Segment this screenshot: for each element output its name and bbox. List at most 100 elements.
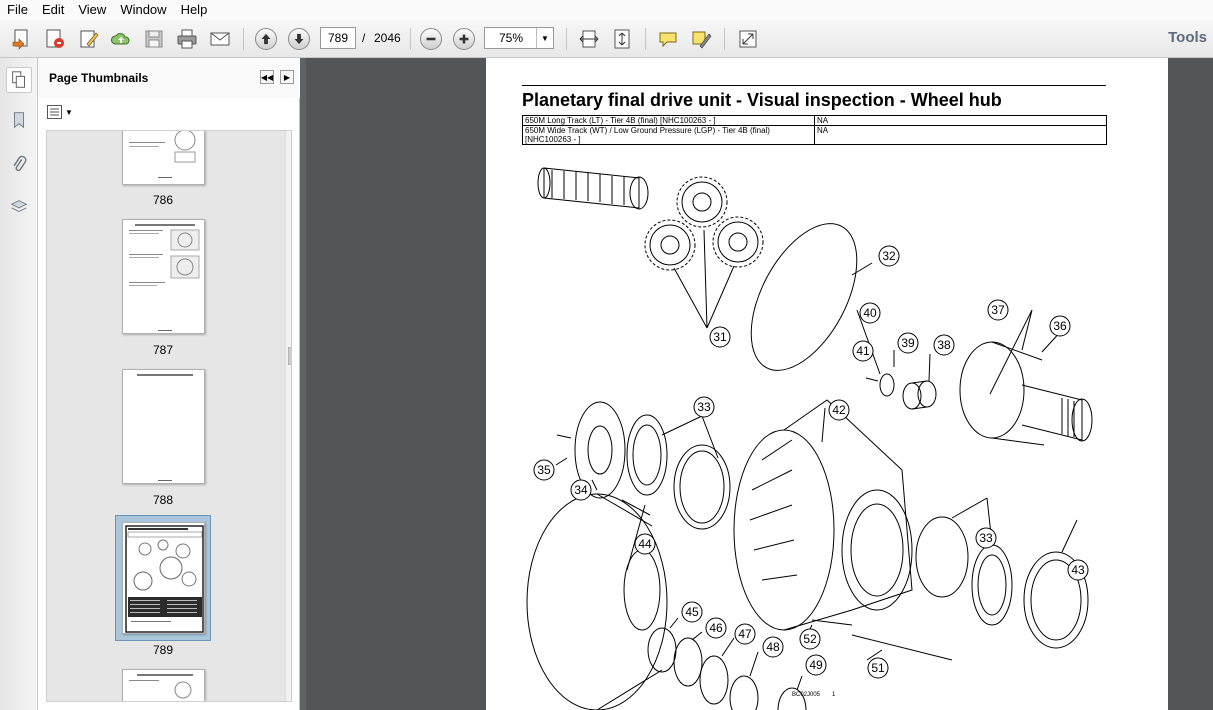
menu-file[interactable]: File (0, 0, 35, 20)
thumbnail-scrollbar[interactable]: ▲ ▼ (285, 131, 291, 701)
zoom-out-button[interactable] (418, 26, 444, 52)
thumbnail-content (129, 224, 200, 331)
menu-help[interactable]: Help (174, 0, 215, 20)
page-thumbnails-icon[interactable] (6, 67, 32, 93)
svg-text:34: 34 (574, 483, 588, 497)
arrow-down-icon (288, 28, 310, 50)
thumbnail-page-787[interactable] (122, 219, 205, 334)
highlight-text-icon[interactable] (688, 26, 714, 52)
tools-button[interactable]: Tools (1168, 29, 1207, 46)
list-options-icon (47, 105, 62, 119)
callout: 34 (570, 479, 592, 501)
table-row: 650M Long Track (LT) - Tier 4B (final) [… (522, 115, 1107, 126)
thumbnail-label-789: 789 (152, 643, 174, 657)
svg-text:39: 39 (901, 336, 915, 350)
create-pdf-icon[interactable] (9, 26, 35, 52)
callout: 46 (705, 617, 727, 639)
minus-icon (420, 28, 442, 50)
previous-page-button[interactable] (253, 26, 279, 52)
chevron-right-icon: ▶ (283, 72, 291, 82)
thumbnails-panel: Page Thumbnails ◀◀ ▶ ▼ 786 787 788 789 (38, 58, 300, 710)
bookmark-icon[interactable] (6, 107, 32, 133)
attachment-icon[interactable] (6, 151, 32, 177)
table-cell-model: 650M Wide Track (WT) / Low Ground Pressu… (522, 125, 815, 145)
svg-text:46: 46 (709, 621, 723, 635)
menu-bar: File Edit View Window Help (0, 0, 1213, 20)
svg-text:33: 33 (979, 531, 993, 545)
panel-arrow-button[interactable]: ▶ (280, 70, 294, 84)
thumbnail-page-788[interactable] (122, 369, 205, 484)
svg-text:36: 36 (1053, 319, 1067, 333)
svg-text:38: 38 (937, 338, 951, 352)
retaining-ring (647, 627, 677, 673)
menu-edit[interactable]: Edit (35, 0, 71, 20)
email-icon[interactable] (207, 26, 233, 52)
svg-text:42: 42 (832, 403, 846, 417)
collapse-panel-button[interactable]: ◀◀ (260, 70, 274, 84)
zoom-in-button[interactable] (451, 26, 477, 52)
figure-number: 1 (832, 692, 836, 698)
thumbnail-label-787: 787 (152, 343, 174, 357)
plus-icon (453, 28, 475, 50)
svg-text:37: 37 (991, 303, 1005, 317)
thumbnail-list: 786 787 788 789 (46, 130, 292, 702)
svg-text:32: 32 (882, 249, 896, 263)
full-screen-icon[interactable] (735, 26, 761, 52)
thumbnail-content (129, 131, 196, 178)
snap-ring (699, 655, 729, 705)
callout: 52 (799, 628, 821, 650)
thumbnail-content (137, 374, 193, 481)
thumbnail-label-788: 788 (152, 493, 174, 507)
thumbnail-page-789[interactable] (122, 522, 205, 634)
print-icon[interactable] (174, 26, 200, 52)
callout: 40 (859, 302, 881, 324)
thumbnail-options-button[interactable]: ▼ (47, 104, 73, 120)
svg-text:41: 41 (856, 344, 870, 358)
fill-sign-icon[interactable] (76, 26, 102, 52)
svg-text:47: 47 (738, 627, 752, 641)
callout: 41 (852, 340, 874, 362)
next-page-button[interactable] (286, 26, 312, 52)
thumbnail-label-786: 786 (152, 193, 174, 207)
edit-pdf-icon[interactable] (42, 26, 68, 52)
menu-window[interactable]: Window (113, 0, 173, 20)
zoom-select[interactable]: ▼ (484, 27, 554, 49)
svg-text:49: 49 (809, 658, 823, 672)
thumbnail-page-786[interactable] (122, 131, 205, 185)
layers-icon[interactable] (6, 194, 32, 220)
svg-text:48: 48 (766, 640, 780, 654)
table-cell-value: NA (814, 115, 1107, 126)
scroll-up-icon[interactable]: ▲ (289, 134, 291, 144)
chevron-down-icon[interactable]: ▼ (536, 28, 553, 48)
fit-page-icon[interactable] (609, 26, 635, 52)
zoom-input[interactable] (485, 28, 537, 48)
svg-text:44: 44 (638, 537, 652, 551)
thumbnails-header: Page Thumbnails ◀◀ ▶ (38, 58, 300, 98)
bolt (556, 434, 572, 439)
panel-splitter[interactable] (300, 58, 306, 710)
scroll-down-icon[interactable]: ▼ (289, 687, 291, 697)
cloud-upload-icon[interactable] (108, 26, 134, 52)
callout: 38 (933, 334, 955, 356)
fit-width-icon[interactable] (576, 26, 602, 52)
menu-view[interactable]: View (71, 0, 113, 20)
comment-icon[interactable] (655, 26, 681, 52)
o-ring (750, 223, 858, 371)
page-total: 2046 (374, 31, 401, 45)
bearing-cup (673, 444, 731, 530)
thumbnail-page-next[interactable] (122, 669, 205, 701)
scrollbar-thumb[interactable] (288, 347, 291, 365)
figure-caption: BC02J005 (792, 692, 821, 698)
page-title: Planetary final drive unit - Visual insp… (522, 90, 1002, 110)
document-view[interactable]: Planetary final drive unit - Visual insp… (300, 58, 1213, 710)
thrust-plate (729, 675, 759, 710)
toolbar-separator (410, 28, 411, 50)
shim (673, 637, 703, 687)
needle-bearing (902, 380, 937, 410)
hub-bolt (811, 619, 853, 626)
page-number-input[interactable] (320, 27, 356, 49)
svg-text:52: 52 (803, 632, 817, 646)
save-icon[interactable] (141, 26, 167, 52)
navigation-rail (0, 58, 38, 710)
toolbar-separator (724, 28, 725, 50)
